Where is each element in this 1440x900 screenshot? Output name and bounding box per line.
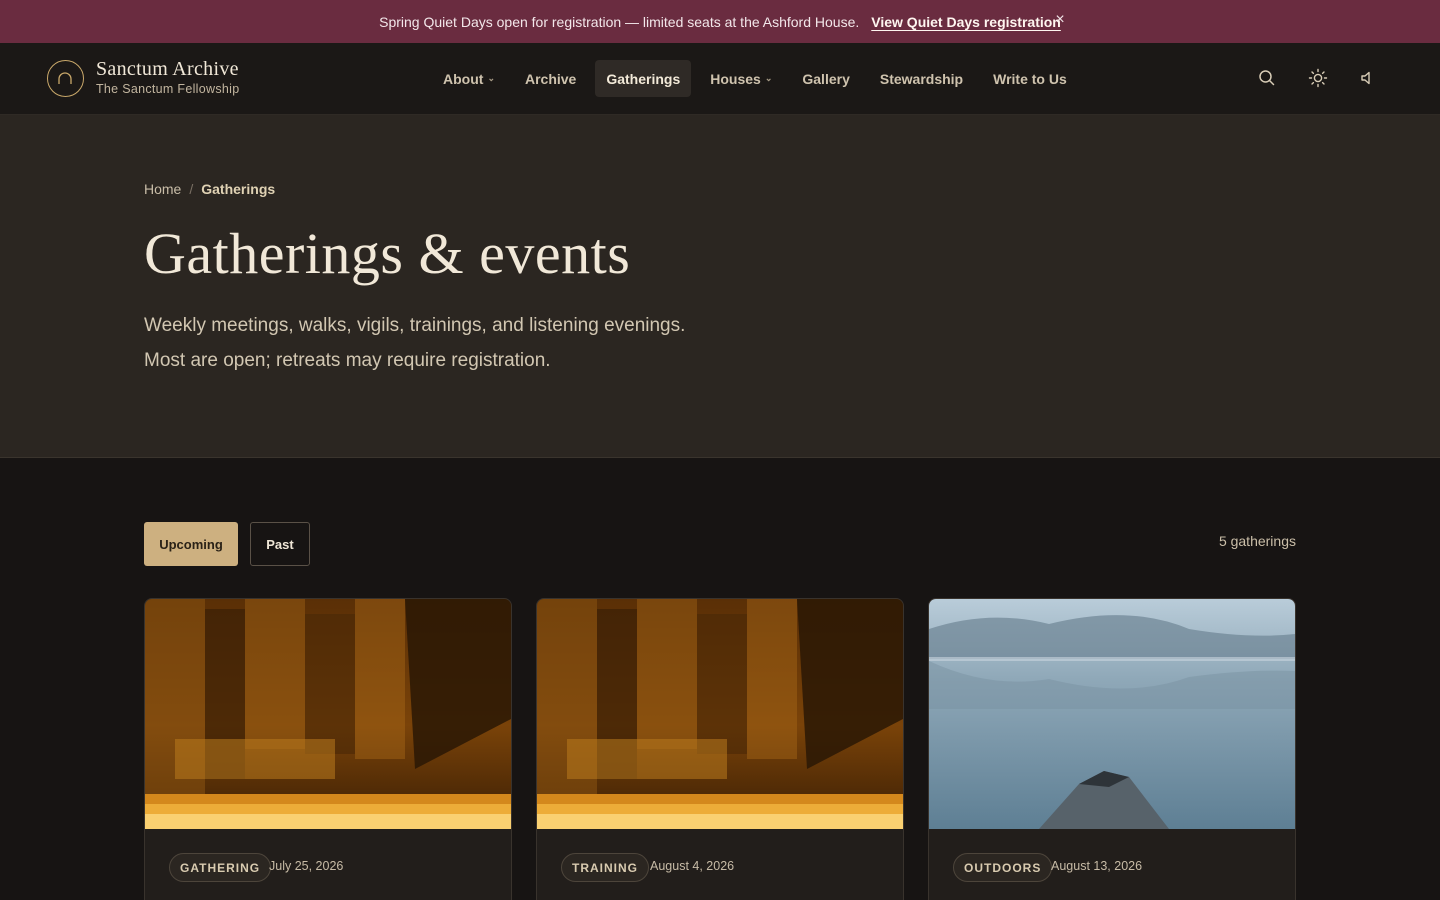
candlelit-chapel-image bbox=[537, 599, 903, 829]
brand-subtitle: The Sanctum Fellowship bbox=[96, 82, 240, 96]
nav-label-houses: Houses bbox=[710, 70, 761, 87]
card-date: August 13, 2026 bbox=[1051, 859, 1143, 873]
event-card[interactable]: TRAINING August 4, 2026 bbox=[536, 598, 904, 900]
close-icon[interactable]: × bbox=[1052, 10, 1068, 30]
nav-item-archive[interactable]: Archive bbox=[514, 60, 587, 97]
nav-label-about: About bbox=[443, 70, 484, 87]
speaker-icon[interactable] bbox=[1356, 67, 1378, 89]
nav-label-gallery: Gallery bbox=[802, 70, 850, 87]
sun-icon[interactable] bbox=[1307, 67, 1329, 89]
breadcrumb: Home / Gatherings bbox=[144, 181, 275, 197]
hero-lead-line1: Weekly meetings, walks, vigils, training… bbox=[144, 315, 686, 336]
search-icon[interactable] bbox=[1256, 67, 1278, 89]
page-title: Gatherings & events bbox=[144, 221, 631, 286]
breadcrumb-separator: / bbox=[189, 181, 194, 197]
nav-item-write-to-us[interactable]: Write to Us bbox=[982, 60, 1078, 97]
event-card[interactable]: GATHERING July 25, 2026 bbox=[144, 598, 512, 900]
nav-item-houses[interactable]: Houses ⌄ bbox=[699, 60, 783, 97]
quiet-days-registration-link[interactable]: View Quiet Days registration bbox=[871, 14, 1061, 30]
chevron-down-icon: ⌄ bbox=[764, 73, 773, 83]
misty-lake-image bbox=[929, 599, 1295, 829]
banner-message: Spring Quiet Days open for registration … bbox=[379, 13, 860, 30]
brand-title[interactable]: Sanctum Archive bbox=[96, 58, 239, 81]
card-tag: OUTDOORS bbox=[953, 853, 1053, 882]
main-nav: About ⌄ Archive Gatherings Houses ⌄ Gall… bbox=[432, 60, 1086, 97]
announcement-banner: Spring Quiet Days open for registration … bbox=[0, 0, 1440, 43]
past-filter-button[interactable]: Past bbox=[250, 522, 310, 566]
nav-label-gatherings: Gatherings bbox=[606, 70, 681, 87]
hero-lead-line2: Most are open; retreats may require regi… bbox=[144, 350, 551, 371]
card-date: August 4, 2026 bbox=[650, 859, 735, 873]
nav-label-archive: Archive bbox=[524, 70, 577, 87]
candlelit-chapel-image bbox=[145, 599, 511, 829]
upcoming-filter-button[interactable]: Upcoming bbox=[144, 522, 238, 566]
site-header: Sanctum Archive The Sanctum Fellowship A… bbox=[0, 43, 1440, 115]
nav-label-write-to-us: Write to Us bbox=[993, 70, 1067, 87]
card-date: July 25, 2026 bbox=[269, 859, 344, 873]
nav-item-gatherings[interactable]: Gatherings bbox=[595, 60, 692, 97]
gatherings-count: 5 gatherings bbox=[1218, 533, 1296, 549]
nav-item-about[interactable]: About ⌄ bbox=[432, 60, 506, 97]
card-tag: TRAINING bbox=[561, 853, 649, 882]
card-tag: GATHERING bbox=[169, 853, 272, 882]
nav-label-stewardship: Stewardship bbox=[879, 70, 964, 87]
chevron-down-icon: ⌄ bbox=[487, 73, 495, 83]
breadcrumb-home[interactable]: Home bbox=[144, 181, 181, 197]
hero-lead: Weekly meetings, walks, vigils, training… bbox=[144, 308, 744, 378]
nav-item-stewardship[interactable]: Stewardship bbox=[869, 60, 974, 97]
event-card[interactable]: OUTDOORS August 13, 2026 bbox=[928, 598, 1296, 900]
page-hero: Home / Gatherings Gatherings & events We… bbox=[0, 115, 1440, 458]
breadcrumb-current: Gatherings bbox=[201, 181, 276, 197]
nav-item-gallery[interactable]: Gallery bbox=[791, 60, 860, 97]
logo-icon[interactable] bbox=[47, 60, 84, 97]
